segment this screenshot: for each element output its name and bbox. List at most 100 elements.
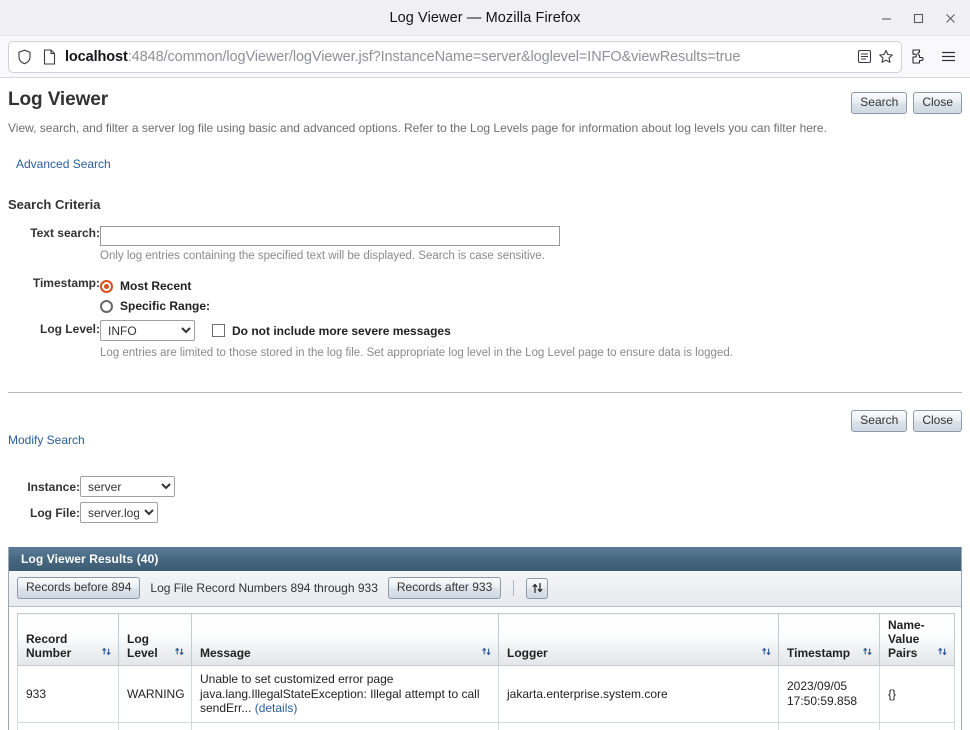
search-input[interactable] [100,226,560,246]
column-header-timestamp[interactable]: Timestamp [778,613,880,666]
page-icon [40,48,58,66]
timestamp-cell: Most Recent Specific Range: [100,276,733,316]
sort-order-toggle-icon[interactable] [526,577,549,599]
results-table-header-row: Record Number Log Level Message Logger T… [17,613,955,666]
cell-record-number: 932 [17,722,119,730]
search-button-mid[interactable]: Search [851,410,908,432]
log-level-cell: INFO Do not include more severe messages… [100,316,733,373]
radio-button-selected-icon[interactable] [100,279,113,293]
cell-name-value-pairs: {} [879,722,955,730]
column-label: Timestamp [787,646,851,660]
logfile-select[interactable]: server.log [80,502,158,523]
url-text: localhost:4848/common/logViewer/logViewe… [65,49,848,65]
browser-titlebar: Log Viewer — Mozilla Firefox [0,0,970,36]
timestamp-date: 2023/09/05 [787,679,848,694]
column-label: Logger [507,646,548,660]
modify-search-link[interactable]: Modify Search [8,433,962,447]
cell-record-number: 933 [17,665,119,723]
severe-messages-label: Do not include more severe messages [232,323,451,338]
column-label: Name-Value Pairs [888,618,925,660]
instance-label: Instance: [27,479,80,494]
cell-log-level: WARNING [118,722,192,730]
timestamp-time: 17:50:59.858 [787,693,858,708]
instance-row: Instance: server [8,476,175,502]
column-header-message[interactable]: Message [191,613,499,666]
cell-timestamp: 2023/09/0517:50:59.858 [778,722,880,730]
column-header-record-number[interactable]: Record Number [17,613,119,666]
column-header-name-value-pairs[interactable]: Name-Value Pairs [879,613,955,666]
column-label: Log Level [127,632,158,660]
details-link[interactable]: (details) [255,701,298,715]
hamburger-menu-icon[interactable] [934,43,962,71]
maximize-icon[interactable] [902,3,934,33]
column-header-log-level[interactable]: Log Level [118,613,192,666]
sort-arrows-icon[interactable] [761,646,772,660]
column-label: Record Number [26,632,72,660]
text-search-row: Text search: Only log entries containing… [8,226,733,276]
page-content: Log Viewer Search Close View, search, an… [0,78,970,730]
severe-messages-checkbox[interactable] [212,324,225,337]
column-label: Message [200,646,251,660]
sort-arrows-icon[interactable] [937,646,948,660]
records-before-button[interactable]: Records before 894 [17,577,141,599]
log-level-label: Log Level: [39,322,100,336]
instance-select[interactable]: server [80,476,175,497]
cell-log-level: WARNING [118,665,192,723]
results-panel: Log Viewer Results (40) Records before 8… [8,547,962,730]
text-search-cell: Only log entries containing the specifie… [100,226,733,276]
log-level-select[interactable]: INFO [100,320,195,341]
logfile-cell: server.log [80,502,175,528]
sort-arrows-icon[interactable] [174,646,185,660]
results-table-scroll[interactable]: Record Number Log Level Message Logger T… [9,607,961,730]
results-toolbar: Records before 894 Log File Record Numbe… [9,571,961,607]
mid-button-group: Search Close [8,393,962,432]
results-panel-title: Log Viewer Results (40) [9,547,961,571]
bookmark-star-icon[interactable] [877,48,895,66]
page-title: Log Viewer [8,89,109,110]
url-path: :4848/common/logViewer/logViewer.jsf?Ins… [127,48,741,65]
shield-icon[interactable] [15,48,33,66]
close-icon[interactable] [934,3,966,33]
search-criteria-heading: Search Criteria [8,197,101,212]
table-row[interactable]: 933 WARNING Unable to set customized error… [17,665,955,723]
radio-specific-range[interactable]: Specific Range: [100,296,733,316]
sort-arrows-icon[interactable] [481,646,492,660]
sort-arrows-icon[interactable] [862,646,873,660]
records-after-button[interactable]: Records after 933 [387,577,502,599]
timestamp-label: Timestamp: [32,276,100,290]
instance-cell: server [80,476,175,502]
minimize-icon[interactable] [870,3,902,33]
column-header-logger[interactable]: Logger [498,613,779,666]
results-table-body: 933 WARNING Unable to set customized error… [17,665,955,730]
results-table: Record Number Log Level Message Logger T… [17,613,955,730]
cell-logger: jakarta.enterprise.system.core [498,665,779,723]
advanced-search-link[interactable]: Advanced Search [16,157,962,171]
reader-view-icon[interactable] [855,48,873,66]
cell-message: Unable to set customized error page java… [191,665,499,723]
url-host: localhost [65,48,128,65]
table-row[interactable]: 932WARNINGInternal Server error: /monito… [17,722,955,730]
window-title: Log Viewer — Mozilla Firefox [389,9,581,26]
logfile-label: Log File: [30,505,80,520]
record-range-text: Log File Record Numbers 894 through 933 [150,581,378,595]
radio-button-unselected-icon[interactable] [100,299,113,313]
page-header: Log Viewer Search Close [8,78,962,114]
search-button-top[interactable]: Search [851,92,908,114]
text-search-label: Text search: [30,226,100,240]
instance-form: Instance: server Log File: server.log [8,476,175,528]
radio-most-recent[interactable]: Most Recent [100,276,733,296]
close-button-mid[interactable]: Close [913,410,962,432]
cell-name-value-pairs: {} [879,665,955,723]
address-bar[interactable]: localhost:4848/common/logViewer/logViewe… [8,40,902,73]
log-level-help: Log entries are limited to those stored … [100,347,733,359]
browser-navbar: localhost:4848/common/logViewer/logViewe… [0,36,970,78]
sort-arrows-icon[interactable] [101,646,112,660]
close-button-top[interactable]: Close [913,92,962,114]
addressbar-actions [855,48,895,66]
window-controls [870,0,966,36]
cell-timestamp: 2023/09/0517:50:59.858 [778,665,880,723]
top-button-group: Search Close [851,89,962,114]
search-criteria-form: Text search: Only log entries containing… [8,226,733,373]
text-search-help: Only log entries containing the specifie… [100,250,545,262]
extensions-icon[interactable] [904,43,932,71]
